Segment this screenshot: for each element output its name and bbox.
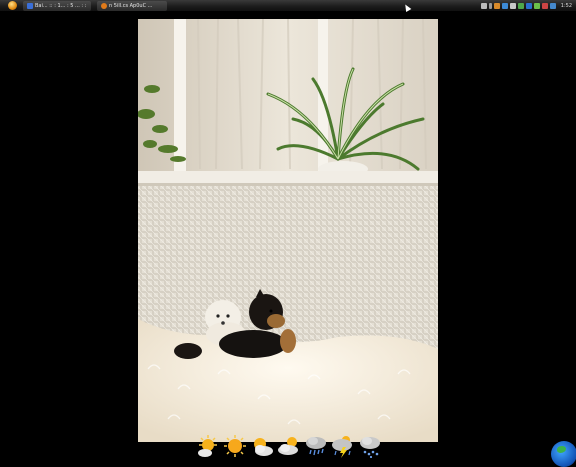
puppies-on-wicker-sofa-image xyxy=(138,19,438,442)
shield-icon[interactable] xyxy=(493,3,500,9)
system-tray: 1:52 xyxy=(480,1,572,11)
cloud-snow-icon[interactable] xyxy=(358,434,382,458)
browser-window-icon xyxy=(27,2,33,9)
sun-cloud-icon[interactable] xyxy=(196,434,220,458)
monitor-icon[interactable] xyxy=(480,3,487,9)
taskbar-item-label: n 5ill.cs Ap0uC ... xyxy=(109,2,153,9)
sun-icon[interactable] xyxy=(223,434,247,458)
weather-forecast-bar xyxy=(196,434,382,460)
app-icon[interactable] xyxy=(525,3,532,9)
network-icon[interactable] xyxy=(501,3,508,9)
globe-icon[interactable] xyxy=(551,441,576,467)
battery-icon[interactable] xyxy=(533,3,540,9)
app-icon[interactable] xyxy=(517,3,524,9)
partly-cloudy-icon[interactable] xyxy=(277,434,301,458)
app-icon[interactable] xyxy=(549,3,556,9)
thunderstorm-icon[interactable] xyxy=(331,434,355,458)
taskbar-item-label: Bai... :: : 1... : 5 ... : : xyxy=(35,2,87,9)
start-button[interactable] xyxy=(8,1,17,10)
taskbar-item-browser[interactable]: Bai... :: : 1... : 5 ... : : xyxy=(23,0,91,11)
wallpaper-photo xyxy=(138,19,438,442)
cloud-rain-icon[interactable] xyxy=(304,434,328,458)
speaker-icon[interactable] xyxy=(509,3,516,9)
arrow-icon[interactable] xyxy=(488,3,492,9)
firefox-icon xyxy=(101,2,107,9)
app-icon[interactable] xyxy=(541,3,548,9)
sun-cloud-icon[interactable] xyxy=(250,434,274,458)
taskbar-item-firefox[interactable]: n 5ill.cs Ap0uC ... xyxy=(97,0,167,11)
taskbar: Bai... :: : 1... : 5 ... : : n 5ill.cs A… xyxy=(0,0,576,12)
clock[interactable]: 1:52 xyxy=(561,3,572,9)
